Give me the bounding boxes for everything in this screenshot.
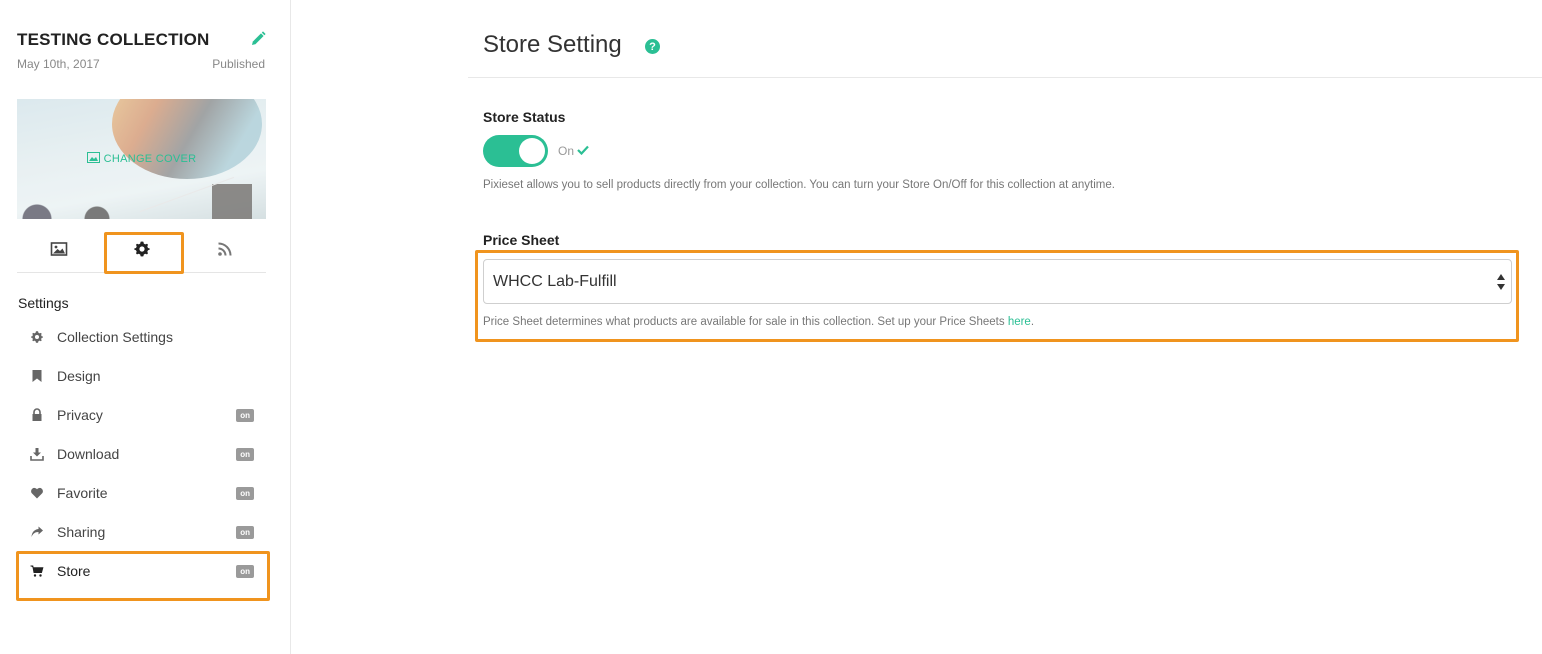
- price-sheets-link[interactable]: here: [1008, 316, 1031, 328]
- lock-icon: [29, 407, 44, 422]
- collection-date: May 10th, 2017: [17, 57, 100, 71]
- status-badge: on: [236, 565, 254, 578]
- cart-icon: [29, 563, 44, 578]
- price-sheet-help: Price Sheet determines what products are…: [483, 316, 1034, 328]
- price-sheet-selected-value: WHCC Lab-Fulfill: [493, 273, 617, 290]
- sidebar-item-label: Collection Settings: [57, 328, 173, 345]
- sidebar-item-label: Sharing: [57, 523, 106, 540]
- store-status-label: Store Status: [483, 109, 566, 125]
- image-icon: [86, 152, 100, 166]
- sidebar-item-label: Privacy: [57, 406, 103, 423]
- image-icon: [50, 240, 68, 263]
- gear-icon: [29, 329, 44, 344]
- cover-overlay: CHANGE COVER: [17, 99, 266, 219]
- store-status-help: Pixieset allows you to sell products dir…: [483, 179, 1115, 191]
- price-sheet-help-text: Price Sheet determines what products are…: [483, 316, 1008, 328]
- toggle-state-label: On: [558, 144, 575, 158]
- sidebar-item-design[interactable]: Design: [18, 356, 266, 395]
- sidebar-item-label: Store: [57, 562, 91, 579]
- pencil-icon[interactable]: [249, 30, 267, 48]
- sidebar-item-label: Design: [57, 367, 101, 384]
- check-icon: [577, 144, 589, 158]
- select-arrows-icon: [1496, 272, 1506, 292]
- bookmark-icon: [29, 368, 44, 383]
- store-status-toggle[interactable]: [483, 135, 548, 167]
- price-sheet-select[interactable]: WHCC Lab-Fulfill: [483, 259, 1512, 304]
- tab-photos[interactable]: [17, 230, 100, 272]
- change-cover-label: CHANGE COVER: [103, 153, 197, 165]
- settings-heading: Settings: [18, 295, 69, 311]
- status-badge: on: [236, 487, 254, 500]
- page-title: Store Setting: [483, 31, 622, 58]
- toggle-knob: [519, 138, 545, 164]
- share-icon: [29, 524, 44, 539]
- tab-settings[interactable]: [100, 230, 183, 272]
- gear-icon: [133, 240, 151, 263]
- heart-icon: [29, 485, 44, 500]
- sidebar-item-store[interactable]: Store on: [18, 551, 266, 590]
- toggle-state: On: [558, 144, 589, 158]
- sidebar-item-label: Download: [57, 445, 120, 462]
- tab-activity[interactable]: [183, 230, 266, 272]
- sidebar-item-download[interactable]: Download on: [18, 434, 266, 473]
- help-icon[interactable]: ?: [645, 39, 660, 54]
- cover-image[interactable]: CHANGE COVER: [17, 99, 266, 219]
- collection-title: TESTING COLLECTION: [17, 30, 210, 49]
- collection-status: Published: [212, 57, 265, 71]
- download-icon: [29, 446, 44, 461]
- sidebar-item-favorite[interactable]: Favorite on: [18, 473, 266, 512]
- main-header: Store Setting ?: [468, 0, 1542, 78]
- sidebar-item-label: Favorite: [57, 484, 108, 501]
- sidebar-tabs: [17, 230, 266, 273]
- sidebar-item-privacy[interactable]: Privacy on: [18, 395, 266, 434]
- price-sheet-label: Price Sheet: [483, 232, 560, 248]
- settings-nav: Collection Settings Design Privacy on Do…: [18, 317, 266, 590]
- sidebar-item-sharing[interactable]: Sharing on: [18, 512, 266, 551]
- sidebar-item-collection-settings[interactable]: Collection Settings: [18, 317, 266, 356]
- status-badge: on: [236, 526, 254, 539]
- sidebar: TESTING COLLECTION May 10th, 2017 Publis…: [0, 0, 291, 654]
- rss-icon: [216, 240, 234, 263]
- status-badge: on: [236, 448, 254, 461]
- change-cover-button[interactable]: CHANGE COVER: [86, 152, 197, 166]
- status-badge: on: [236, 409, 254, 422]
- price-sheet-help-suffix: .: [1030, 316, 1035, 328]
